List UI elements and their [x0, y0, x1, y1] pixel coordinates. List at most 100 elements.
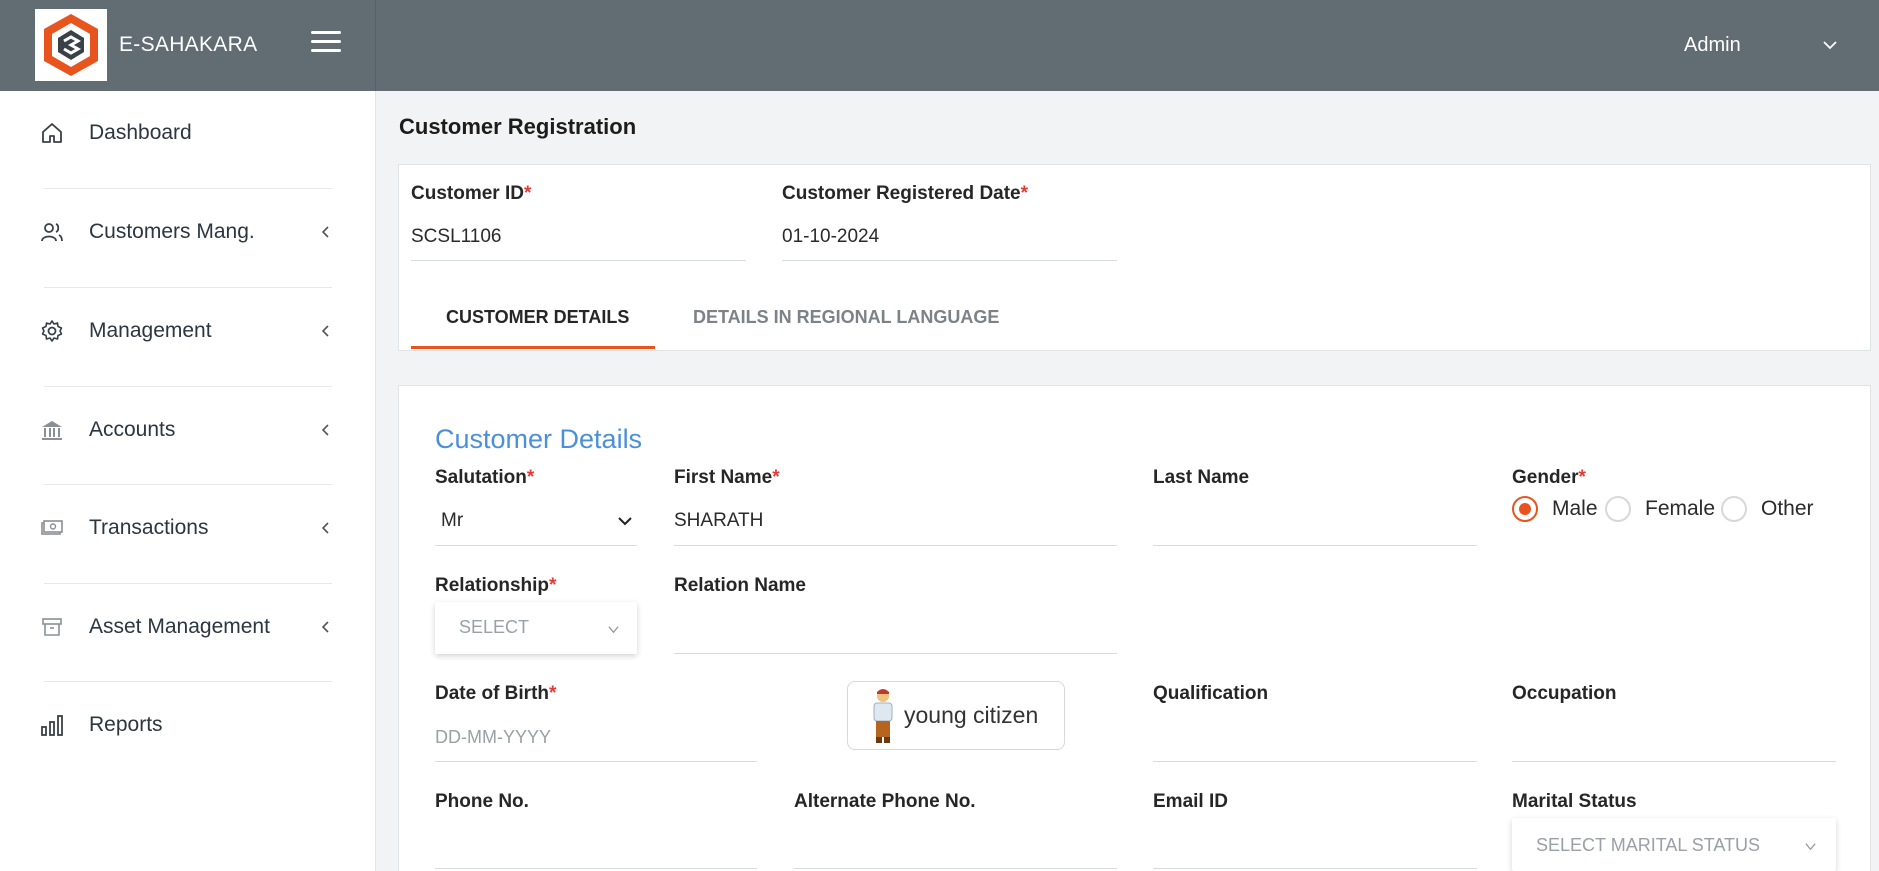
email-label: Email ID	[1153, 791, 1228, 812]
occupation-label: Occupation	[1512, 683, 1617, 704]
cash-icon	[41, 520, 63, 535]
registered-date-label-text: Customer Registered Date	[782, 183, 1021, 204]
sidebar-item-customers[interactable]: Customers Mang.	[0, 202, 376, 262]
gender-female-radio[interactable]	[1605, 496, 1631, 522]
occupation-input[interactable]	[1512, 727, 1836, 751]
required-mark: *	[772, 467, 780, 488]
sidebar-item-management[interactable]: Management	[0, 301, 376, 361]
dob-label-text: Date of Birth	[435, 683, 549, 704]
alt-phone-label: Alternate Phone No.	[794, 791, 976, 812]
salutation-select-value[interactable]: Mr	[441, 510, 463, 532]
relationship-label: Relationship*	[435, 575, 556, 597]
gender-label-text: Gender	[1512, 467, 1579, 488]
sidebar-item-asset-management[interactable]: Asset Management	[0, 597, 376, 657]
sidebar-item-label: Accounts	[89, 418, 176, 441]
first-name-input[interactable]: SHARATH	[674, 510, 763, 532]
sidebar-item-dashboard[interactable]: Dashboard	[0, 103, 376, 163]
salutation-underline	[435, 545, 637, 546]
sidebar-item-label: Management	[89, 319, 212, 342]
sidebar: Dashboard Customers Mang. Management Acc…	[0, 91, 376, 871]
gear-icon	[41, 320, 63, 342]
app-name: E-SAHAKARA	[119, 33, 258, 56]
gender-male-radio[interactable]	[1512, 496, 1538, 522]
sidebar-item-label: Customers Mang.	[89, 220, 255, 243]
chevron-down-icon	[1805, 843, 1816, 851]
tab-customer-details[interactable]: CUSTOMER DETAILS	[446, 307, 629, 328]
customer-id-label: Customer ID*	[411, 183, 531, 205]
first-name-underline	[674, 545, 1117, 546]
qualification-input[interactable]	[1153, 727, 1477, 751]
menu-toggle-icon[interactable]	[311, 31, 341, 57]
divider	[44, 484, 332, 485]
email-input[interactable]	[1153, 834, 1477, 858]
relationship-placeholder: SELECT	[459, 617, 530, 637]
marital-status-placeholder: SELECT MARITAL STATUS	[1536, 835, 1761, 855]
sidebar-item-transactions[interactable]: Transactions	[0, 498, 376, 558]
chevron-down-icon[interactable]	[1822, 37, 1838, 53]
top-bar: E-SAHAKARA Admin	[0, 0, 1879, 91]
gender-other-label[interactable]: Other	[1761, 497, 1814, 521]
phone-underline	[435, 868, 757, 869]
phone-input[interactable]	[435, 834, 757, 858]
sidebar-item-reports[interactable]: Reports	[0, 695, 376, 755]
chevron-down-icon[interactable]	[617, 513, 633, 529]
occupation-underline	[1512, 761, 1836, 762]
chevron-left-icon	[321, 226, 329, 238]
person-icon	[873, 689, 893, 743]
tab-regional-language[interactable]: DETAILS IN REGIONAL LANGUAGE	[693, 307, 999, 328]
dob-underline	[435, 761, 757, 762]
chevron-left-icon	[321, 325, 329, 337]
sidebar-item-label: Transactions	[89, 516, 209, 539]
first-name-label: First Name*	[674, 467, 780, 489]
chevron-left-icon	[321, 424, 329, 436]
marital-status-label: Marital Status	[1512, 791, 1637, 812]
gender-other-radio[interactable]	[1721, 496, 1747, 522]
divider	[44, 386, 332, 387]
relation-name-underline	[674, 653, 1117, 654]
young-citizen-badge: young citizen	[847, 681, 1065, 750]
required-mark: *	[1578, 467, 1586, 488]
active-tab-indicator	[411, 346, 655, 349]
salutation-label-text: Salutation	[435, 467, 527, 488]
divider	[44, 188, 332, 189]
first-name-label-text: First Name	[674, 467, 773, 488]
badge-text: young citizen	[904, 702, 1039, 728]
last-name-input[interactable]	[1153, 510, 1477, 534]
chevron-down-icon	[608, 626, 619, 634]
bar-chart-icon	[41, 715, 63, 736]
required-mark: *	[526, 467, 535, 488]
relation-name-input[interactable]	[674, 618, 1117, 642]
gender-male-label[interactable]: Male	[1552, 497, 1598, 521]
archive-icon	[42, 618, 62, 636]
relationship-select[interactable]: SELECT	[435, 602, 637, 654]
relation-name-label: Relation Name	[674, 575, 806, 596]
bank-icon	[42, 421, 62, 440]
customer-id-value[interactable]: SCSL1106	[411, 226, 502, 248]
phone-label: Phone No.	[435, 791, 529, 812]
chevron-left-icon	[321, 522, 329, 534]
required-mark: *	[549, 683, 557, 704]
gender-female-label[interactable]: Female	[1645, 497, 1715, 521]
qualification-label: Qualification	[1153, 683, 1269, 704]
sidebar-item-label: Reports	[89, 713, 163, 736]
alt-phone-input[interactable]	[794, 834, 1117, 858]
users-icon	[41, 223, 63, 242]
customer-id-underline	[411, 260, 746, 261]
user-menu-label[interactable]: Admin	[1684, 34, 1741, 57]
registered-date-value[interactable]: 01-10-2024	[782, 226, 879, 248]
email-underline	[1153, 868, 1477, 869]
required-mark: *	[1020, 183, 1029, 204]
sidebar-item-accounts[interactable]: Accounts	[0, 400, 376, 460]
dob-input[interactable]: DD-MM-YYYY	[435, 727, 551, 748]
last-name-label: Last Name	[1153, 467, 1250, 488]
divider	[44, 287, 332, 288]
marital-status-select[interactable]: SELECT MARITAL STATUS	[1512, 818, 1836, 871]
divider	[44, 583, 332, 584]
relationship-label-text: Relationship	[435, 575, 550, 596]
logo-icon	[44, 14, 98, 76]
registered-date-underline	[782, 260, 1117, 261]
alt-phone-underline	[794, 868, 1117, 869]
registered-date-label: Customer Registered Date*	[782, 183, 1028, 205]
required-mark: *	[523, 183, 532, 204]
app-logo[interactable]	[35, 9, 107, 81]
